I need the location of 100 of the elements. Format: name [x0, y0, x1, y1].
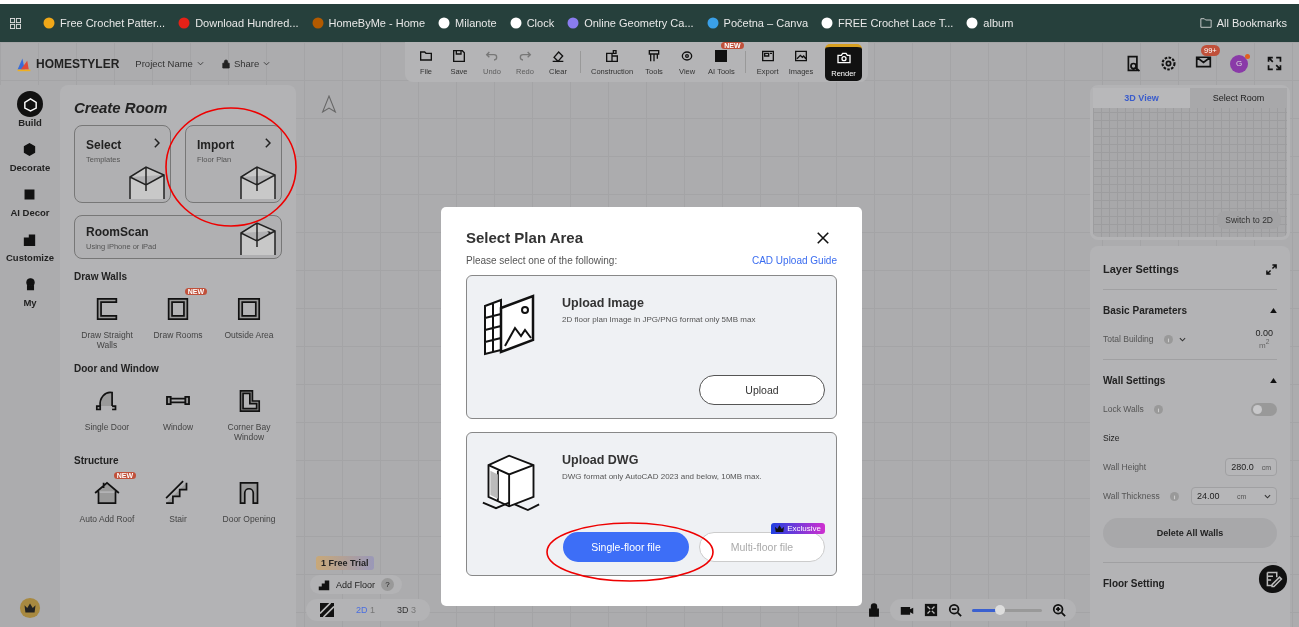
chevron-down-icon [263, 61, 271, 66]
zoom-slider-thumb[interactable] [995, 604, 1005, 615]
compass-icon [321, 95, 337, 113]
favicon-icon [966, 17, 979, 29]
section-heading: Basic Parameters [1103, 304, 1188, 316]
favicon-icon [821, 17, 833, 29]
bookmark-link[interactable]: FREE Crochet Lace T... [821, 17, 954, 29]
close-icon[interactable] [816, 230, 830, 245]
notes-button-icon[interactable] [1258, 564, 1288, 594]
chevron-right-icon [264, 138, 271, 148]
zoom-out-icon[interactable] [948, 603, 962, 617]
project-name-dropdown[interactable]: Project Name [135, 58, 204, 69]
favicon-icon [567, 17, 580, 29]
field-label: Lock Walls [1103, 404, 1144, 414]
save-icon [451, 48, 467, 64]
image-icon [792, 48, 809, 64]
bookmark-link[interactable]: album [966, 17, 1014, 29]
favicon-icon [706, 17, 719, 29]
panel-title: Layer Settings [1103, 263, 1180, 275]
tool-button[interactable]: Stair [145, 476, 211, 535]
hexagon-icon [21, 95, 39, 113]
mail-icon[interactable] [1195, 53, 1212, 70]
free-trial-badge: 1 Free Trial [316, 556, 374, 570]
lock-icon [221, 58, 230, 69]
bookmark-link[interactable]: HomeByMe - Home [311, 17, 426, 29]
exclusive-badge: Exclusive [771, 523, 825, 534]
field-label: Total Building [1103, 334, 1154, 344]
favicon-icon [438, 17, 451, 29]
folder-icon [1199, 17, 1212, 29]
chevron-down-icon[interactable] [1178, 336, 1186, 342]
tool-button[interactable]: Door Opening [216, 476, 282, 535]
option-title: Upload Image [562, 296, 645, 310]
group-label: Size [1103, 433, 1120, 443]
lock-walls-toggle[interactable] [1251, 402, 1277, 416]
bookmark-link[interactable]: Milanote [438, 17, 497, 29]
tool-button[interactable]: Single Door [74, 384, 140, 443]
collapse-icon[interactable] [1270, 377, 1277, 383]
field-label: Wall Thickness [1103, 491, 1160, 501]
tool-button[interactable]: Corner Bay Window [216, 384, 282, 443]
favicon-icon [43, 17, 55, 29]
settings-icon[interactable] [1160, 55, 1177, 72]
area-unit: m$^{2}$ [1259, 338, 1270, 350]
sidebar-tab[interactable]: Customize [5, 226, 54, 263]
option-title: Upload DWG [562, 453, 640, 467]
tool-button[interactable]: Outside Area [216, 292, 282, 351]
add-floor-button[interactable]: Add Floor [318, 578, 376, 591]
option-description: 2D floor plan Image in JPG/PNG format only 5MB max [562, 315, 757, 324]
section-heading: Draw Walls [74, 271, 128, 282]
dialog-title: Select Plan Area [466, 229, 583, 246]
eraser-icon [550, 48, 566, 64]
section-heading: Structure [74, 455, 120, 466]
upload-button[interactable]: Upload [699, 375, 825, 405]
dialog-subtitle: Please select one of the following: [466, 255, 618, 266]
cad-upload-guide-link[interactable]: CAD Upload Guide [751, 255, 837, 266]
zoom-slider[interactable] [972, 608, 1042, 612]
switch-to-2d-button[interactable]: Switch to 2D [1217, 211, 1281, 229]
apps-grid-icon[interactable] [10, 17, 21, 29]
lock-icon[interactable] [868, 603, 880, 617]
export-icon [759, 48, 776, 64]
crown-icon[interactable] [19, 597, 41, 619]
document-search-icon[interactable] [1125, 55, 1142, 72]
section-heading: Wall Settings [1103, 374, 1167, 386]
stairs-icon [318, 578, 330, 591]
section-heading: Floor Setting [1103, 577, 1166, 589]
chevron-right-icon [153, 138, 160, 148]
help-button[interactable]: ? [381, 578, 395, 591]
bookmark-link[interactable]: Free Crochet Patter... [43, 17, 166, 29]
blocks-icon [604, 48, 621, 64]
tool-button[interactable]: Window [145, 384, 211, 443]
bookmark-link[interactable]: Početna – Canva [706, 17, 808, 29]
hatch-icon[interactable] [320, 603, 334, 617]
crown-icon [775, 525, 785, 532]
sidebar-tab[interactable]: AI Decor [10, 181, 50, 218]
zoom-in-icon[interactable] [1052, 603, 1066, 617]
bookmark-link[interactable]: Download Hundred... [178, 17, 299, 29]
favicon-icon [178, 17, 191, 29]
sidebar-tab[interactable]: My [17, 271, 43, 308]
share-button[interactable]: Share [221, 58, 271, 69]
fullscreen-icon[interactable] [1266, 55, 1283, 72]
sidebar-tab[interactable]: Decorate [9, 136, 51, 173]
favicon-icon [509, 17, 522, 29]
chevron-down-icon [1264, 493, 1271, 499]
favicon-icon [311, 17, 324, 29]
avatar[interactable]: G [1230, 54, 1248, 73]
logo-text: HOMESTYLER [36, 56, 120, 71]
chevron-down-icon [196, 61, 204, 66]
collapse-icon[interactable] [1270, 307, 1277, 313]
expand-icon[interactable] [1266, 263, 1277, 275]
panel-title: Create Room [74, 99, 169, 116]
upload-button[interactable]: Single-floor file [563, 532, 689, 562]
folder-icon [418, 48, 434, 64]
all-bookmarks-link[interactable]: All Bookmarks [1199, 17, 1287, 29]
view-tab[interactable]: Select Room [1190, 88, 1287, 108]
bookmark-link[interactable]: Online Geometry Ca... [567, 17, 694, 29]
field-label: Wall Height [1103, 462, 1147, 472]
section-heading: Door and Window [74, 363, 160, 374]
fit-view-icon[interactable] [924, 603, 938, 617]
bookmark-link[interactable]: Clock [509, 17, 555, 29]
tool-button[interactable]: Draw Straight Walls [74, 292, 140, 351]
delete-all-walls-button[interactable]: Delete All Walls [1103, 518, 1277, 548]
